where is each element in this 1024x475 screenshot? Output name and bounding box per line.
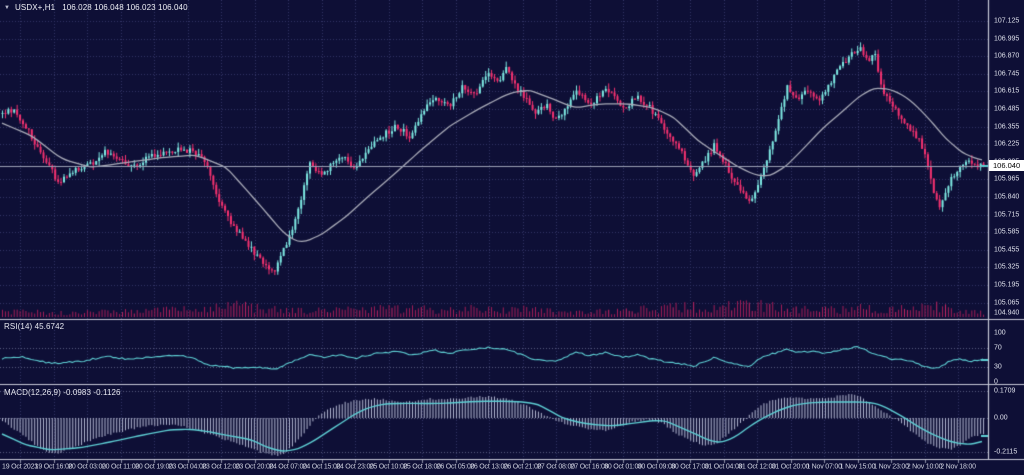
price-tick-label: 105.195: [994, 282, 1019, 289]
time-tick-label: 31 Oct 20:00: [772, 464, 810, 471]
time-tick-label: 1 Nov 15:00: [840, 464, 876, 471]
time-tick-label: 26 Oct 21:00: [504, 464, 542, 471]
time-tick-label: 31 Oct 04:00: [705, 464, 743, 471]
macd-tick-label: 0.1709: [994, 387, 1015, 394]
time-tick-label: 23 Oct 12:00: [202, 464, 240, 471]
time-tick-label: 2 Nov 18:00: [940, 464, 976, 471]
time-tick-label: 19 Oct 2023: [2, 464, 38, 471]
rsi-axis[interactable]: 100 70 30 0: [988, 321, 1024, 384]
time-tick-label: 30 Oct 01:00: [604, 464, 642, 471]
time-tick-label: 23 Oct 04:00: [169, 464, 207, 471]
price-tick-label: 106.225: [994, 141, 1019, 148]
time-tick-label: 24 Oct 07:00: [269, 464, 307, 471]
rsi-tick-label: 70: [994, 344, 1002, 351]
chart-menu-triangle-icon[interactable]: ▼: [4, 5, 10, 11]
rsi-tick-label: 0: [994, 379, 998, 386]
time-tick-label: 30 Oct 09:00: [638, 464, 676, 471]
time-tick-label: 25 Oct 10:00: [370, 464, 408, 471]
time-tick-label: 1 Nov 23:00: [873, 464, 909, 471]
chart-title: ▼ USDX+,H1 106.028 106.048 106.023 106.040: [4, 3, 188, 12]
price-tick-label: 105.065: [994, 299, 1019, 306]
price-tick-label: 105.585: [994, 229, 1019, 236]
time-tick-label: 20 Oct 11:00: [102, 464, 139, 471]
time-tick-label: 19 Oct 16:00: [35, 464, 73, 471]
time-tick-label: 26 Oct 05:00: [437, 464, 475, 471]
chart-symbol-timeframe: USDX+,H1: [15, 3, 55, 12]
price-chart-canvas[interactable]: [0, 0, 1024, 475]
price-tick-label: 105.325: [994, 264, 1019, 271]
rsi-tick-label: 30: [994, 364, 1002, 371]
time-tick-label: 25 Oct 18:00: [403, 464, 441, 471]
time-tick-label: 2 Nov 10:00: [907, 464, 943, 471]
chart-ohlc-values: 106.028 106.048 106.023 106.040: [62, 3, 187, 12]
price-tick-label: 104.940: [994, 310, 1019, 317]
price-tick-label: 106.485: [994, 106, 1019, 113]
macd-tick-label: -0.2115: [994, 448, 1017, 455]
time-tick-label: 1 Nov 07:00: [806, 464, 842, 471]
price-tick-label: 105.455: [994, 246, 1019, 253]
rsi-tick-label: 100: [994, 330, 1006, 337]
price-tick-label: 106.745: [994, 70, 1019, 77]
price-tick-label: 106.995: [994, 35, 1019, 42]
time-tick-label: 27 Oct 16:00: [571, 464, 609, 471]
current-price-box: 106.040: [989, 160, 1024, 171]
chart-window: ▼ USDX+,H1 106.028 106.048 106.023 106.040…: [0, 0, 1024, 475]
price-tick-label: 107.125: [994, 18, 1019, 25]
price-tick-label: 105.840: [994, 194, 1019, 201]
time-axis[interactable]: 19 Oct 202319 Oct 16:0020 Oct 03:0020 Oc…: [0, 460, 1024, 475]
macd-tick-label: 0.00: [994, 415, 1008, 422]
time-tick-label: 31 Oct 12:00: [738, 464, 776, 471]
time-tick-label: 24 Oct 15:00: [303, 464, 341, 471]
time-tick-label: 23 Oct 20:00: [236, 464, 274, 471]
rsi-indicator-label: RSI(14) 45.6742: [4, 322, 64, 331]
price-tick-label: 105.715: [994, 211, 1019, 218]
price-tick-label: 106.615: [994, 88, 1019, 95]
time-tick-label: 26 Oct 13:00: [470, 464, 508, 471]
current-price-value: 106.040: [993, 161, 1020, 170]
price-tick-label: 106.870: [994, 53, 1019, 60]
time-tick-label: 20 Oct 19:00: [135, 464, 173, 471]
price-tick-label: 105.965: [994, 176, 1019, 183]
macd-indicator-label: MACD(12,26,9) -0.0983 -0.1126: [4, 388, 121, 397]
macd-axis[interactable]: 0.1709 0.00 -0.2115: [988, 386, 1024, 459]
time-tick-label: 24 Oct 23:00: [336, 464, 374, 471]
price-tick-label: 106.355: [994, 123, 1019, 130]
time-tick-label: 27 Oct 08:00: [537, 464, 575, 471]
time-tick-label: 20 Oct 03:00: [68, 464, 106, 471]
time-tick-label: 30 Oct 17:00: [671, 464, 709, 471]
